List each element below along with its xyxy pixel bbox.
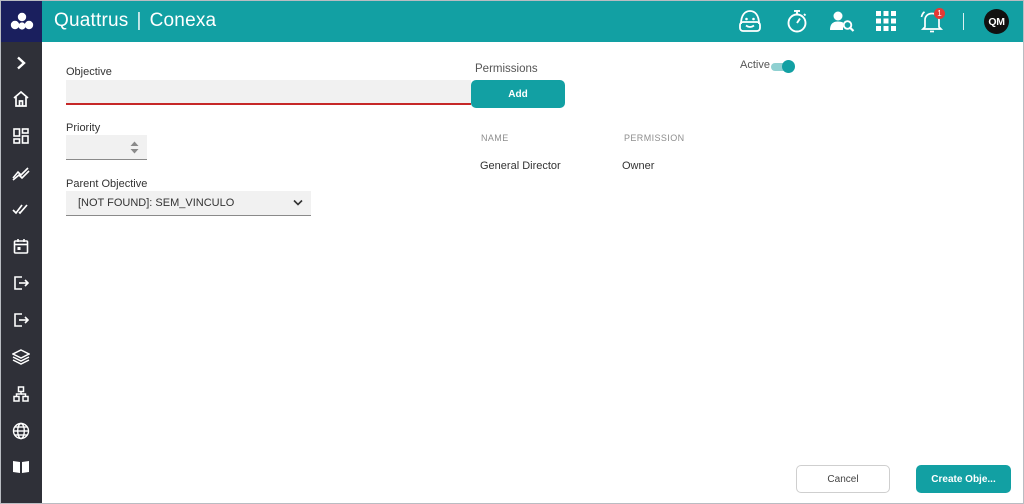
user-search-icon[interactable] bbox=[828, 7, 856, 35]
avatar[interactable]: QM bbox=[984, 9, 1009, 34]
column-header-permission: PERMISSION bbox=[624, 133, 685, 143]
parent-objective-value: [NOT FOUND]: SEM_VINCULO bbox=[78, 197, 235, 209]
create-objective-button[interactable]: Create Obje... bbox=[916, 465, 1011, 493]
toggle-thumb bbox=[782, 60, 795, 73]
objective-label: Objective bbox=[66, 66, 112, 78]
globe-icon[interactable] bbox=[9, 419, 33, 443]
assistant-icon[interactable] bbox=[736, 7, 764, 35]
logo-icon bbox=[10, 12, 33, 30]
sidebar bbox=[1, 42, 42, 503]
notification-badge: 1 bbox=[934, 8, 945, 19]
column-header-name: NAME bbox=[481, 133, 509, 143]
double-check-icon[interactable] bbox=[9, 197, 33, 221]
book-icon[interactable] bbox=[9, 455, 33, 479]
priority-stepper[interactable] bbox=[66, 135, 147, 160]
row-name: General Director bbox=[480, 160, 561, 172]
priority-label: Priority bbox=[66, 122, 101, 134]
apps-grid-icon[interactable] bbox=[872, 7, 900, 35]
active-label: Active bbox=[740, 59, 770, 71]
top-bar: Quattrus | Conexa 1 QM bbox=[1, 1, 1023, 42]
calendar-icon[interactable] bbox=[9, 234, 33, 258]
objective-input[interactable] bbox=[66, 80, 471, 105]
title-separator: | bbox=[136, 10, 142, 31]
dashboard-icon[interactable] bbox=[9, 124, 33, 148]
app-title: Quattrus | Conexa bbox=[54, 10, 216, 32]
add-permission-button[interactable]: Add bbox=[471, 80, 565, 108]
parent-objective-select[interactable]: [NOT FOUND]: SEM_VINCULO bbox=[66, 191, 311, 216]
logout-icon[interactable] bbox=[9, 308, 33, 332]
trend-icon[interactable] bbox=[9, 161, 33, 185]
parent-objective-label: Parent Objective bbox=[66, 178, 148, 190]
header-divider bbox=[963, 13, 964, 30]
cancel-button[interactable]: Cancel bbox=[796, 465, 890, 493]
active-toggle[interactable] bbox=[771, 60, 795, 74]
layers-icon[interactable] bbox=[9, 345, 33, 369]
permissions-title: Permissions bbox=[475, 63, 538, 75]
app-logo[interactable] bbox=[1, 1, 42, 42]
login-icon[interactable] bbox=[9, 271, 33, 295]
bell-icon[interactable]: 1 bbox=[918, 7, 946, 35]
app-window: Quattrus | Conexa 1 QM Objective Priorit… bbox=[0, 0, 1024, 504]
hierarchy-icon[interactable] bbox=[9, 382, 33, 406]
stopwatch-icon[interactable] bbox=[783, 7, 811, 35]
home-icon[interactable] bbox=[9, 87, 33, 111]
brand-name: Quattrus bbox=[54, 10, 129, 31]
spinner-arrows-icon[interactable] bbox=[130, 140, 139, 155]
chevron-down-icon bbox=[293, 199, 303, 206]
row-permission: Owner bbox=[622, 160, 655, 172]
product-name: Conexa bbox=[149, 10, 217, 31]
expand-chevron-icon[interactable] bbox=[9, 51, 33, 75]
